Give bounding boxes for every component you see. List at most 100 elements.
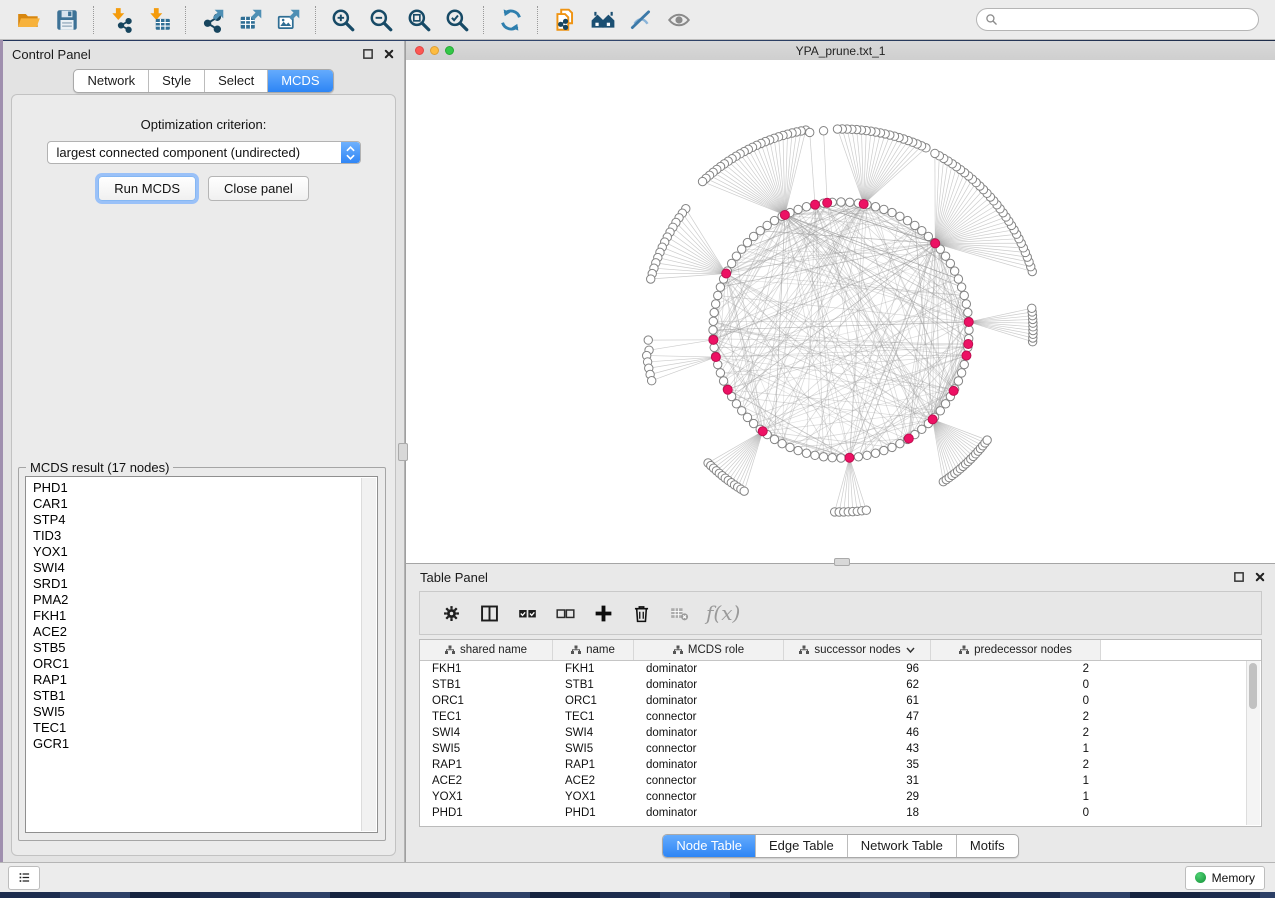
network-node[interactable] [941, 400, 949, 408]
table-row[interactable]: ACE2ACE2connector311 [420, 773, 1261, 789]
float-panel-icon[interactable] [1233, 571, 1245, 583]
export-image-button[interactable] [272, 4, 306, 36]
table-row[interactable]: RAP1RAP1dominator352 [420, 757, 1261, 773]
mcds-result-item[interactable]: FKH1 [33, 608, 377, 624]
network-node[interactable] [888, 208, 896, 216]
add-button[interactable] [588, 598, 618, 628]
import-network-button[interactable] [104, 4, 138, 36]
horizontal-splitter-handle[interactable] [834, 558, 850, 566]
delete-table-button[interactable] [664, 598, 694, 628]
mcds-node[interactable] [964, 340, 973, 349]
gear-button[interactable] [436, 598, 466, 628]
tab-mcds[interactable]: MCDS [267, 70, 332, 92]
network-window-titlebar[interactable]: YPA_prune.txt_1 [406, 41, 1275, 61]
zoom-selected-button[interactable] [440, 4, 474, 36]
table-row[interactable]: STB1STB1dominator620 [420, 677, 1261, 693]
mcds-result-item[interactable]: GCR1 [33, 736, 377, 752]
function-builder-button[interactable]: f(x) [706, 601, 740, 625]
close-panel-icon[interactable] [383, 48, 395, 60]
network-leaf-node[interactable] [819, 127, 827, 135]
network-node[interactable] [871, 449, 879, 457]
mcds-result-item[interactable]: STB1 [33, 688, 377, 704]
mcds-node[interactable] [845, 453, 854, 462]
network-node[interactable] [960, 291, 968, 299]
table-tab-motifs[interactable]: Motifs [956, 835, 1018, 857]
network-node[interactable] [950, 267, 958, 275]
network-node[interactable] [871, 203, 879, 211]
table-row[interactable]: ORC1ORC1dominator610 [420, 693, 1261, 709]
tab-style[interactable]: Style [148, 70, 204, 92]
network-node[interactable] [716, 283, 724, 291]
network-leaf-node[interactable] [862, 506, 870, 514]
network-node[interactable] [709, 326, 717, 334]
mcds-node[interactable] [931, 239, 940, 248]
mcds-result-item[interactable]: SWI5 [33, 704, 377, 720]
network-leaf-node[interactable] [647, 275, 655, 283]
network-node[interactable] [880, 205, 888, 213]
mcds-node[interactable] [758, 427, 767, 436]
network-leaf-node[interactable] [931, 149, 939, 157]
vertical-splitter-handle[interactable] [398, 443, 408, 461]
network-node[interactable] [957, 369, 965, 377]
network-node[interactable] [811, 451, 819, 459]
deselect-all-button[interactable] [550, 598, 580, 628]
network-node[interactable] [965, 326, 973, 334]
mcds-result-list[interactable]: PHD1CAR1STP4TID3YOX1SWI4SRD1PMA2FKH1ACE2… [25, 476, 378, 833]
table-scrollbar[interactable] [1246, 661, 1260, 825]
network-node[interactable] [837, 454, 845, 462]
network-node[interactable] [911, 221, 919, 229]
network-leaf-node[interactable] [806, 128, 814, 136]
task-history-button[interactable] [8, 866, 40, 890]
network-node[interactable] [962, 300, 970, 308]
tab-select[interactable]: Select [204, 70, 267, 92]
eye-button[interactable] [662, 4, 696, 36]
network-leaf-node[interactable] [833, 125, 841, 133]
columns-button[interactable] [474, 598, 504, 628]
network-node[interactable] [903, 216, 911, 224]
window-close-icon[interactable] [415, 46, 424, 55]
window-zoom-icon[interactable] [445, 46, 454, 55]
network-node[interactable] [786, 443, 794, 451]
mcds-result-item[interactable]: STB5 [33, 640, 377, 656]
mcds-node[interactable] [859, 200, 868, 209]
mcds-node[interactable] [723, 385, 732, 394]
network-node[interactable] [880, 446, 888, 454]
network-node[interactable] [896, 439, 904, 447]
window-minimize-icon[interactable] [430, 46, 439, 55]
column-header-name[interactable]: name [553, 640, 634, 660]
network-node[interactable] [960, 360, 968, 368]
network-leaf-node[interactable] [647, 377, 655, 385]
network-node[interactable] [954, 275, 962, 283]
column-header-shared-name[interactable]: shared name [420, 640, 553, 660]
table-scrollbar-thumb[interactable] [1249, 663, 1257, 709]
network-node[interactable] [710, 308, 718, 316]
network-node[interactable] [778, 439, 786, 447]
mcds-result-item[interactable]: SWI4 [33, 560, 377, 576]
documents-share-button[interactable] [548, 4, 582, 36]
table-tab-network-table[interactable]: Network Table [847, 835, 956, 857]
mcds-node[interactable] [962, 351, 971, 360]
optimization-criterion-select[interactable]: largest connected component (undirected) [47, 141, 361, 164]
eye-slash-button[interactable] [624, 4, 658, 36]
tab-network[interactable]: Network [74, 70, 148, 92]
table-row[interactable]: SWI5SWI5connector431 [420, 741, 1261, 757]
mcds-node[interactable] [964, 317, 973, 326]
close-panel-button[interactable]: Close panel [208, 176, 309, 201]
network-node[interactable] [802, 203, 810, 211]
network-node[interactable] [794, 205, 802, 213]
mcds-node[interactable] [823, 198, 832, 207]
mcds-node[interactable] [709, 335, 718, 344]
mcds-node[interactable] [711, 353, 720, 362]
run-mcds-button[interactable]: Run MCDS [98, 176, 196, 201]
mcds-node[interactable] [928, 415, 937, 424]
network-node[interactable] [854, 453, 862, 461]
table-tab-edge-table[interactable]: Edge Table [755, 835, 847, 857]
network-node[interactable] [896, 212, 904, 220]
network-node[interactable] [802, 449, 810, 457]
network-node[interactable] [846, 198, 854, 206]
network-node[interactable] [837, 198, 845, 206]
mcds-result-item[interactable]: TID3 [33, 528, 377, 544]
network-node[interactable] [946, 259, 954, 267]
mcds-list-scrollbar[interactable] [361, 478, 376, 831]
network-leaf-node[interactable] [644, 336, 652, 344]
